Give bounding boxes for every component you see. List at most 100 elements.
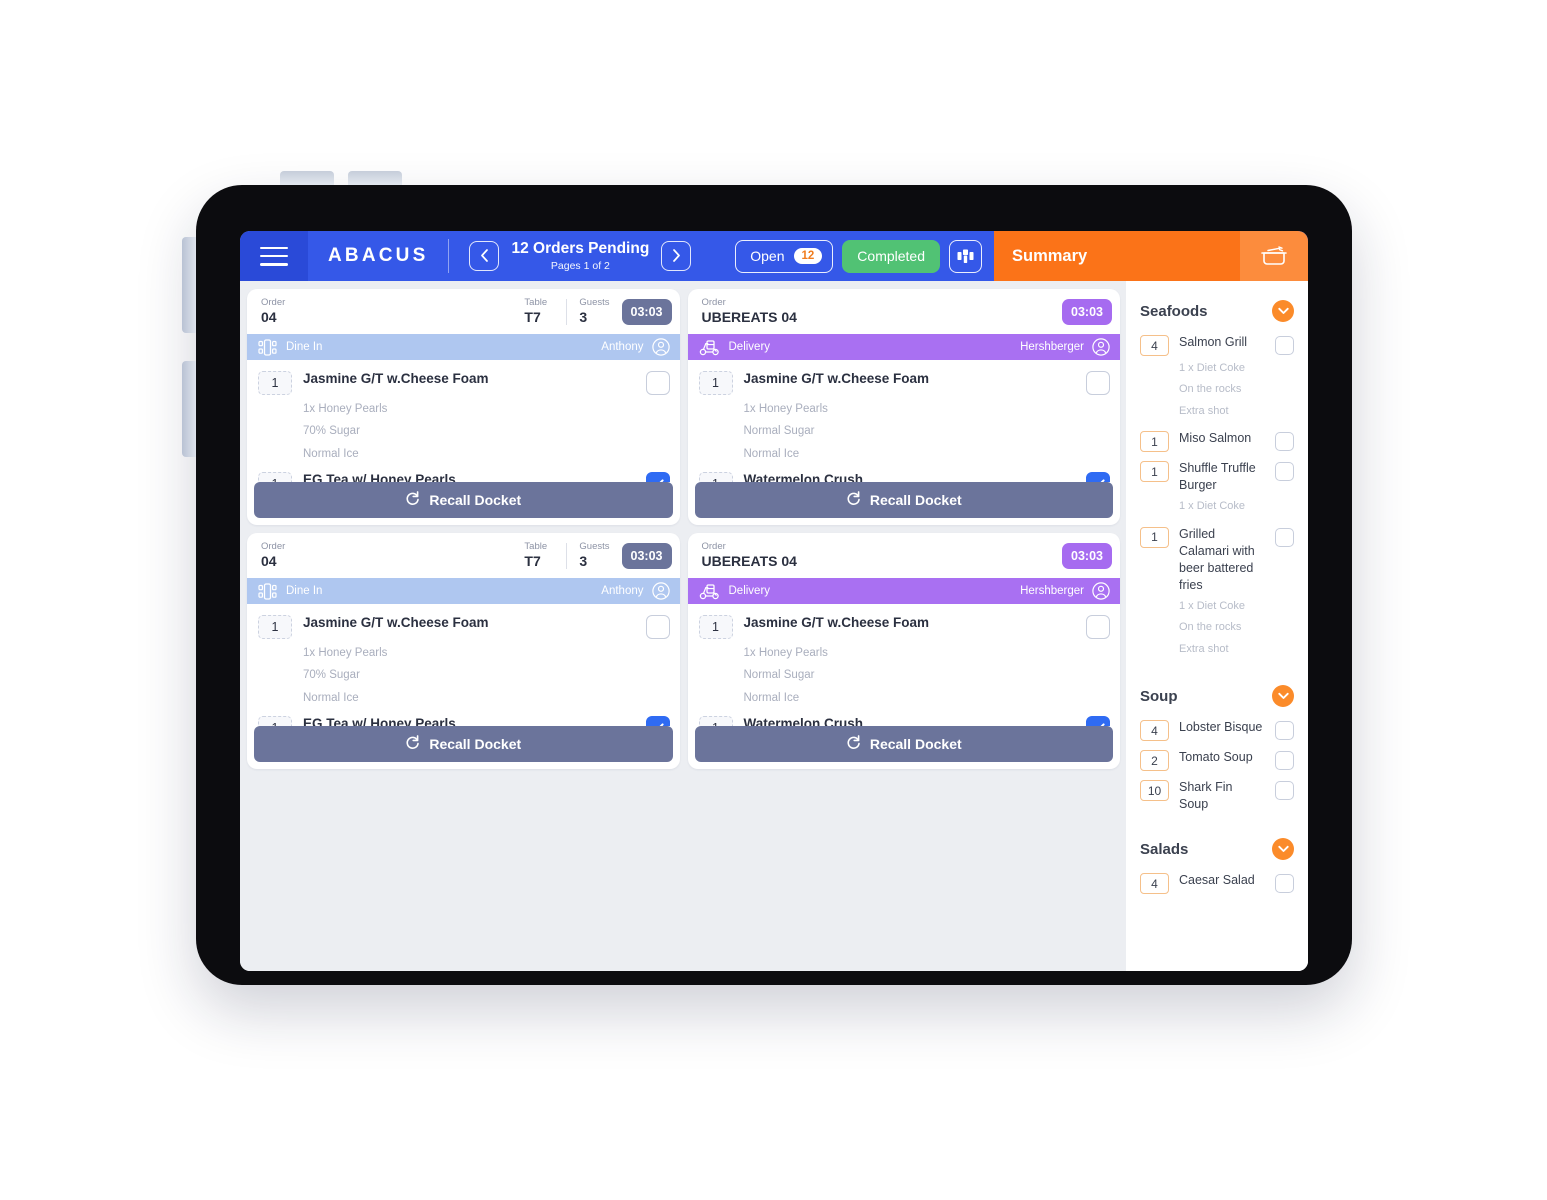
summary-item-checkbox[interactable] [1275, 874, 1294, 894]
device-button-side-upper[interactable] [182, 237, 196, 333]
order-value: 04 [261, 308, 277, 325]
summary-item-row: 4 Lobster Bisque [1140, 719, 1294, 742]
summary-item-qty[interactable]: 1 [1140, 526, 1169, 548]
summary-item-row: 10 Shark Fin Soup [1140, 779, 1294, 813]
order-item-qty[interactable]: 1 [698, 371, 733, 395]
device-button-top-right[interactable] [348, 171, 402, 185]
device-button-side-lower[interactable] [182, 361, 196, 457]
summary-item-checkbox[interactable] [1275, 432, 1294, 452]
summary-item-qty[interactable]: 1 [1140, 431, 1169, 453]
order-item-modifier: Normal Sugar [743, 669, 815, 682]
summary-item-modifier: On the rocks [1179, 383, 1242, 396]
menu-button[interactable] [240, 231, 308, 281]
summary-item-modifier: 1 x Diet Coke [1179, 362, 1246, 374]
order-items-list[interactable]: 1 Jasmine G/T w.Cheese Foam 1x Honey Pea… [247, 604, 680, 726]
order-item-name: Jasmine G/T w.Cheese Foam [743, 371, 930, 386]
summary-item-modifier: On the rocks [1179, 621, 1242, 634]
recall-docket-button[interactable]: Recall Docket [694, 482, 1113, 518]
summary-item: 2 Tomato Soup [1140, 743, 1294, 773]
summary-item-checkbox[interactable] [1275, 462, 1294, 482]
order-card-header: Order UBEREATS 04 03:03 [688, 289, 1121, 334]
order-item-qty[interactable]: 1 [258, 615, 292, 639]
recall-docket-button[interactable]: Recall Docket [694, 726, 1113, 762]
completed-filter-button[interactable]: Completed [842, 239, 940, 273]
summary-item-qty[interactable]: 4 [1140, 335, 1169, 356]
order-type-label: Dine In [286, 341, 323, 353]
order-item-qty[interactable]: 1 [258, 716, 292, 726]
guests-field: Guests 3 [579, 297, 609, 326]
order-item-checkbox[interactable] [645, 615, 670, 639]
order-card-header: Order 04 Table T7 Guests 3 03:03 [247, 289, 680, 334]
orders-grid: Order 04 Table T7 Guests 3 03:03 Dine In… [240, 281, 1126, 971]
summary-item-checkbox[interactable] [1275, 751, 1294, 771]
order-items-list[interactable]: 1 Jasmine G/T w.Cheese Foam 1x Honey Pea… [688, 360, 1121, 482]
summary-item-modifiers: 1 x Diet Coke [1179, 496, 1294, 517]
chevron-down-icon[interactable] [1272, 300, 1294, 322]
order-item-checkbox[interactable] [1086, 716, 1110, 726]
orders-pager: 12 Orders Pending Pages 1 of 2 [469, 240, 692, 272]
order-item-qty[interactable]: 1 [698, 716, 733, 726]
summary-item-name: Miso Salmon [1179, 431, 1252, 446]
order-item-checkbox[interactable] [645, 472, 670, 482]
order-type-label: Delivery [728, 585, 771, 597]
summary-item-qty[interactable]: 1 [1140, 461, 1169, 483]
summary-item-qty[interactable]: 2 [1140, 750, 1169, 772]
summary-item: 1 Shuffle Truffle Burger 1 x Diet Coke [1140, 454, 1294, 519]
order-card[interactable]: Order UBEREATS 04 03:03 Delivery Hershbe… [687, 533, 1121, 769]
summary-group-header[interactable]: Seafoods [1140, 291, 1294, 328]
summary-item-qty[interactable]: 4 [1140, 873, 1169, 895]
summary-group-header[interactable]: Soup [1140, 676, 1294, 713]
layout-toggle-button[interactable] [949, 239, 982, 273]
order-card[interactable]: Order 04 Table T7 Guests 3 03:03 Dine In… [247, 533, 680, 769]
prev-page-button[interactable] [469, 240, 500, 271]
chevron-left-icon [481, 249, 488, 263]
open-filter-label: Open [750, 248, 785, 264]
order-type-label: Delivery [728, 341, 771, 353]
order-items-list[interactable]: 1 Jasmine G/T w.Cheese Foam 1x Honey Pea… [688, 604, 1121, 726]
order-card[interactable]: Order UBEREATS 04 03:03 Delivery Hershbe… [687, 289, 1121, 525]
order-item-checkbox[interactable] [645, 716, 670, 726]
order-item-checkbox[interactable] [645, 371, 670, 395]
open-filter-button[interactable]: Open 12 [735, 239, 834, 273]
order-card[interactable]: Order 04 Table T7 Guests 3 03:03 Dine In… [247, 289, 680, 525]
summary-item-qty[interactable]: 4 [1140, 720, 1169, 742]
summary-item-checkbox[interactable] [1275, 781, 1294, 801]
refresh-icon [847, 734, 860, 749]
order-item-checkbox[interactable] [1086, 615, 1110, 639]
user-avatar-icon [651, 582, 670, 600]
order-item: 1 Jasmine G/T w.Cheese Foam 1x Honey Pea… [258, 610, 670, 711]
recall-docket-button[interactable]: Recall Docket [254, 726, 673, 762]
summary-item-name: Grilled Calamari with beer battered frie… [1179, 526, 1255, 592]
guests-label: Guests [579, 540, 610, 552]
order-value: UBEREATS 04 [701, 552, 797, 569]
order-item-checkbox[interactable] [1086, 371, 1110, 395]
summary-item-checkbox[interactable] [1275, 527, 1294, 547]
summary-item-qty[interactable]: 10 [1140, 780, 1169, 802]
summary-item-name: Salmon Grill [1179, 335, 1248, 349]
refresh-icon [406, 734, 420, 749]
chevron-down-icon[interactable] [1272, 838, 1294, 861]
order-type-bar: Delivery Hershberger [687, 334, 1120, 360]
summary-item: 4 Caesar Salad [1140, 866, 1294, 896]
order-item-qty[interactable]: 1 [698, 472, 733, 482]
order-item-qty[interactable]: 1 [698, 615, 733, 639]
delivery-scooter-icon [699, 583, 720, 600]
chevron-right-icon [672, 249, 680, 263]
order-item-qty[interactable]: 1 [258, 371, 292, 395]
user-avatar-icon [651, 338, 670, 356]
order-item-qty[interactable]: 1 [258, 472, 292, 482]
device-button-top-left[interactable] [280, 171, 334, 185]
recall-docket-label: Recall Docket [429, 736, 522, 752]
summary-item-checkbox[interactable] [1275, 721, 1294, 741]
order-items-list[interactable]: 1 Jasmine G/T w.Cheese Foam 1x Honey Pea… [247, 360, 680, 482]
recall-docket-button[interactable]: Recall Docket [254, 482, 673, 518]
summary-item-checkbox[interactable] [1275, 336, 1294, 355]
table-value: T7 [524, 552, 541, 569]
chevron-down-icon[interactable] [1272, 685, 1294, 708]
summary-group-header[interactable]: Salads [1140, 829, 1294, 866]
kitchen-view-button[interactable] [1240, 231, 1308, 281]
order-number-field: Order 04 [261, 297, 285, 326]
next-page-button[interactable] [661, 240, 692, 271]
order-item-checkbox[interactable] [1086, 472, 1110, 482]
summary-sidebar[interactable]: Seafoods 4 Salmon Grill 1 x Diet Coke On … [1126, 281, 1308, 971]
